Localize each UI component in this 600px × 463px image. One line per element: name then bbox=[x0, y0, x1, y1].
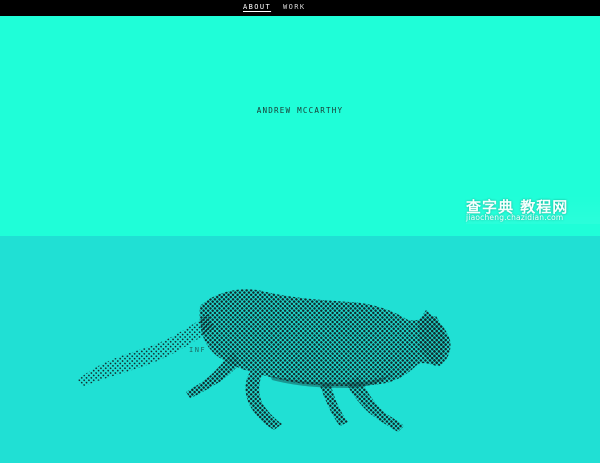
running-cat-halftone-image bbox=[78, 289, 451, 432]
image-section: INF bbox=[0, 236, 600, 463]
watermark-url: jiaocheng.chazidian.com bbox=[466, 213, 564, 222]
cat-body bbox=[199, 289, 446, 386]
nav-work-link[interactable]: WORK bbox=[283, 3, 305, 12]
faded-info-text: INF bbox=[189, 346, 207, 354]
top-nav-bar: ABOUT WORK bbox=[0, 0, 600, 16]
author-name-title: ANDREW MCCARTHY bbox=[256, 106, 344, 115]
cat-front-leg-2 bbox=[320, 382, 348, 426]
nav-about-link[interactable]: ABOUT bbox=[243, 3, 271, 12]
watermark: 查字典 教程网 jiaocheng.chazidian.com bbox=[466, 196, 600, 224]
cat-hind-leg-2 bbox=[186, 352, 240, 398]
